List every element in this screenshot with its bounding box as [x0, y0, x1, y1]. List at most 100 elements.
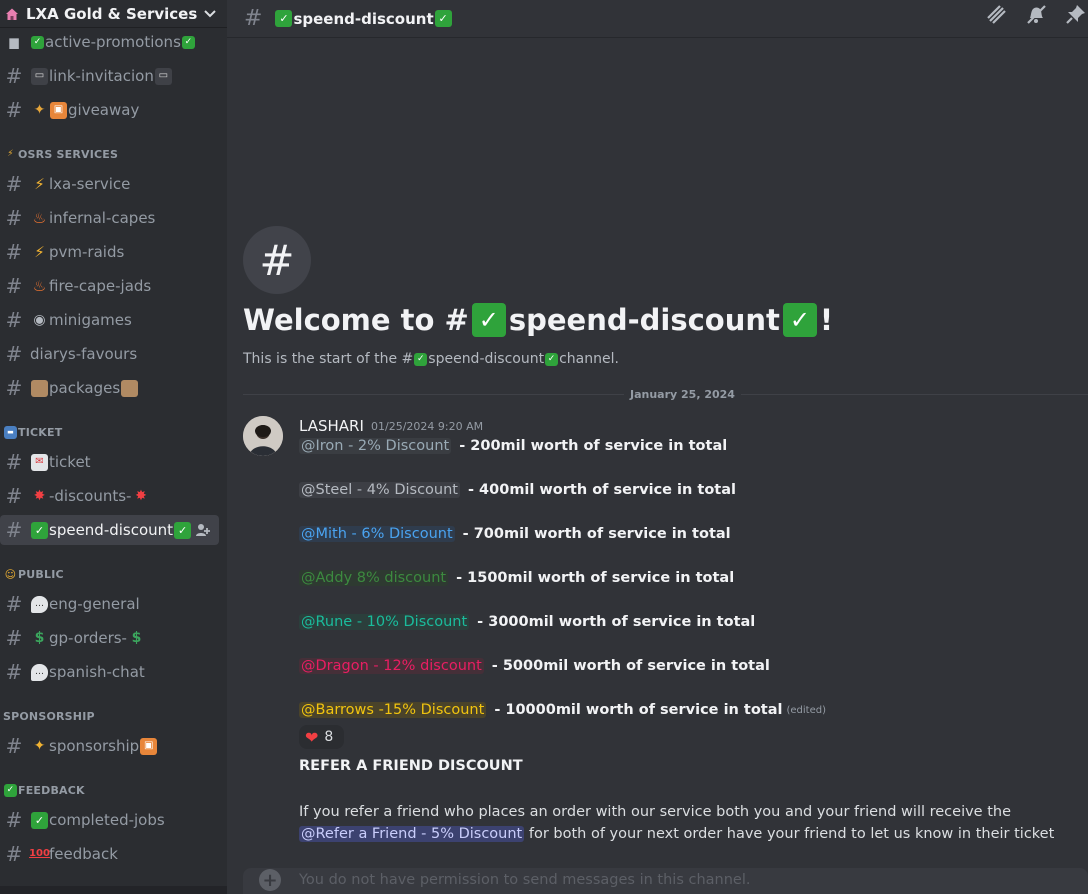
tier-line: @Barrows -15% Discount - 10000mil worth o…: [299, 702, 826, 718]
channel-label: $ gp-orders- $: [30, 629, 146, 647]
role-mention[interactable]: @Dragon - 12% discount: [299, 658, 484, 674]
role-mention[interactable]: @Rune - 10% Discount: [299, 614, 470, 630]
hash-icon: #: [5, 626, 23, 650]
message-author[interactable]: LASHARI: [299, 417, 364, 435]
add-member-icon[interactable]: [195, 522, 211, 538]
channel-diarys-favours[interactable]: # diarys-favours: [0, 339, 219, 369]
hash-icon: #: [5, 518, 23, 542]
server-header[interactable]: LXA Gold & Services: [0, 0, 227, 28]
check-icon: ✓: [31, 35, 44, 49]
channel-eng-general[interactable]: # … eng-general: [0, 589, 219, 619]
hash-icon: #: [5, 808, 23, 832]
channel-packages[interactable]: # packages: [0, 373, 219, 403]
mailbox-icon: ✉: [31, 453, 48, 471]
channel-giveaway[interactable]: # ✦ ▣ giveaway: [0, 95, 219, 125]
edited-marker: (edited): [786, 704, 827, 716]
lightning-icon: ⚡: [34, 174, 45, 193]
pin-icon[interactable]: [1064, 2, 1088, 26]
collision-icon: ✸: [135, 488, 147, 504]
welcome-subtitle: This is the start of the # ✓ speend-disc…: [243, 351, 619, 367]
tier-line: @Steel - 4% Discount - 400mil worth of se…: [299, 482, 736, 498]
role-mention[interactable]: @Iron - 2% Discount: [299, 438, 452, 454]
channel-label: ✓ active-promotions ✓: [30, 33, 196, 51]
plus-icon[interactable]: +: [259, 869, 281, 891]
role-mention[interactable]: @Steel - 4% Discount: [299, 482, 460, 498]
avatar[interactable]: [243, 416, 283, 456]
laptop-icon: ▭: [31, 67, 48, 85]
fire-icon: ♨: [32, 276, 47, 295]
channel-infernal-capes[interactable]: # ♨ infernal-capes: [0, 203, 219, 233]
channel-label: ✸ -discounts- ✸: [30, 487, 150, 505]
channel-minigames[interactable]: # ◉ minigames: [0, 305, 219, 335]
channel-completed-jobs[interactable]: # ✓ completed-jobs: [0, 805, 219, 835]
channel-gp-orders[interactable]: # $ gp-orders- $: [0, 623, 219, 653]
speech-bubble-icon: …: [31, 595, 48, 613]
channel-link-invitacion[interactable]: # ▭ link-invitacion ▭: [0, 61, 219, 91]
hash-icon: #: [5, 660, 23, 684]
check-icon: ✓: [414, 352, 428, 366]
tier-text: - 400mil worth of service in total: [467, 482, 736, 498]
channel-label: ✦ sponsorship ▣: [30, 737, 158, 755]
channel-label: packages: [30, 379, 139, 397]
message-timestamp: 01/25/2024 9:20 AM: [371, 420, 484, 433]
channel-speend-discount[interactable]: # ✓ speend-discount ✓: [0, 515, 219, 545]
channel-hash-badge: #: [243, 226, 311, 294]
hash-icon: #: [5, 308, 23, 332]
input-placeholder: You do not have permission to send messa…: [299, 872, 751, 888]
check-icon: ✓: [174, 521, 192, 539]
channel-spanish-chat[interactable]: # … spanish-chat: [0, 657, 219, 687]
role-mention[interactable]: @Mith - 6% Discount: [299, 526, 455, 542]
lightning-icon: ⚡: [34, 242, 45, 261]
check-icon: ✓: [275, 10, 293, 27]
hash-icon: #: [5, 64, 23, 88]
tier-text: - 5000mil worth of service in total: [491, 658, 770, 674]
gift-icon: ▣: [140, 737, 158, 755]
tier-line: @Addy 8% discount - 1500mil worth of serv…: [299, 570, 734, 586]
date-divider-label: January 25, 2024: [624, 388, 741, 401]
welcome-title: Welcome to # ✓ speend-discount ✓ !: [243, 303, 834, 337]
channel-label: ♨ fire-cape-jads: [32, 276, 152, 295]
tier-line: @Rune - 10% Discount - 3000mil worth of s…: [299, 614, 755, 630]
reaction-button[interactable]: ❤ 8: [299, 725, 344, 749]
tier-line: @Iron - 2% Discount - 200mil worth of ser…: [299, 438, 727, 454]
message-input[interactable]: + You do not have permission to send mes…: [243, 868, 1088, 894]
user-panel: [0, 886, 227, 894]
laptop-icon: ▭: [154, 67, 172, 85]
heart-icon: ❤: [305, 727, 319, 747]
tier-text: - 1500mil worth of service in total: [456, 570, 735, 586]
category-sponsorship[interactable]: SPONSORSHIP: [3, 710, 95, 723]
check-icon: ✓: [31, 811, 48, 829]
channel-fire-cape-jads[interactable]: # ♨ fire-cape-jads: [0, 271, 219, 301]
category-public[interactable]: ☺ PUBLIC: [3, 568, 64, 581]
truck-icon: ▆: [9, 35, 19, 49]
chevron-down-icon[interactable]: [201, 6, 219, 22]
ticket-icon: ▬: [4, 426, 17, 439]
check-icon: ✓: [471, 303, 506, 337]
check-icon: ✓: [181, 35, 195, 49]
channel-discounts[interactable]: # ✸ -discounts- ✸: [0, 481, 219, 511]
channel-label: ✓ completed-jobs: [30, 811, 165, 829]
hash-icon: #: [5, 240, 23, 264]
refer-heading: REFER A FRIEND DISCOUNT: [299, 758, 523, 774]
role-mention[interactable]: @Barrows -15% Discount: [299, 702, 487, 718]
header-toolbar: [968, 0, 1088, 28]
lightning-icon: ⚡: [7, 149, 14, 159]
channel-pvm-raids[interactable]: # ⚡ pvm-raids: [0, 237, 219, 267]
channel-ticket[interactable]: # ✉ ticket: [0, 447, 219, 477]
channel-feedback[interactable]: # 100 feedback: [0, 839, 219, 869]
collision-icon: ✸: [33, 488, 46, 504]
dollar-icon: $: [34, 630, 45, 646]
channel-active-promotions[interactable]: ▆ ✓ active-promotions ✓: [0, 28, 219, 56]
mute-bell-icon[interactable]: [1024, 2, 1048, 26]
role-mention[interactable]: @Addy 8% discount: [299, 570, 449, 586]
channel-lxa-service[interactable]: # ⚡ lxa-service: [0, 169, 219, 199]
threads-icon[interactable]: [984, 2, 1008, 26]
package-icon: [121, 379, 139, 397]
category-ticket[interactable]: ▬ TICKET: [3, 426, 62, 439]
channel-sponsorship[interactable]: # ✦ sponsorship ▣: [0, 731, 219, 761]
channel-label: ✦ ▣ giveaway: [30, 101, 140, 119]
category-osrs-services[interactable]: ⚡ OSRS SERVICES: [3, 148, 118, 161]
role-mention-refer[interactable]: @Refer a Friend - 5% Discount: [299, 826, 525, 842]
gift-icon: ▣: [50, 101, 67, 119]
category-feedback[interactable]: ✓ FEEDBACK: [3, 784, 85, 797]
